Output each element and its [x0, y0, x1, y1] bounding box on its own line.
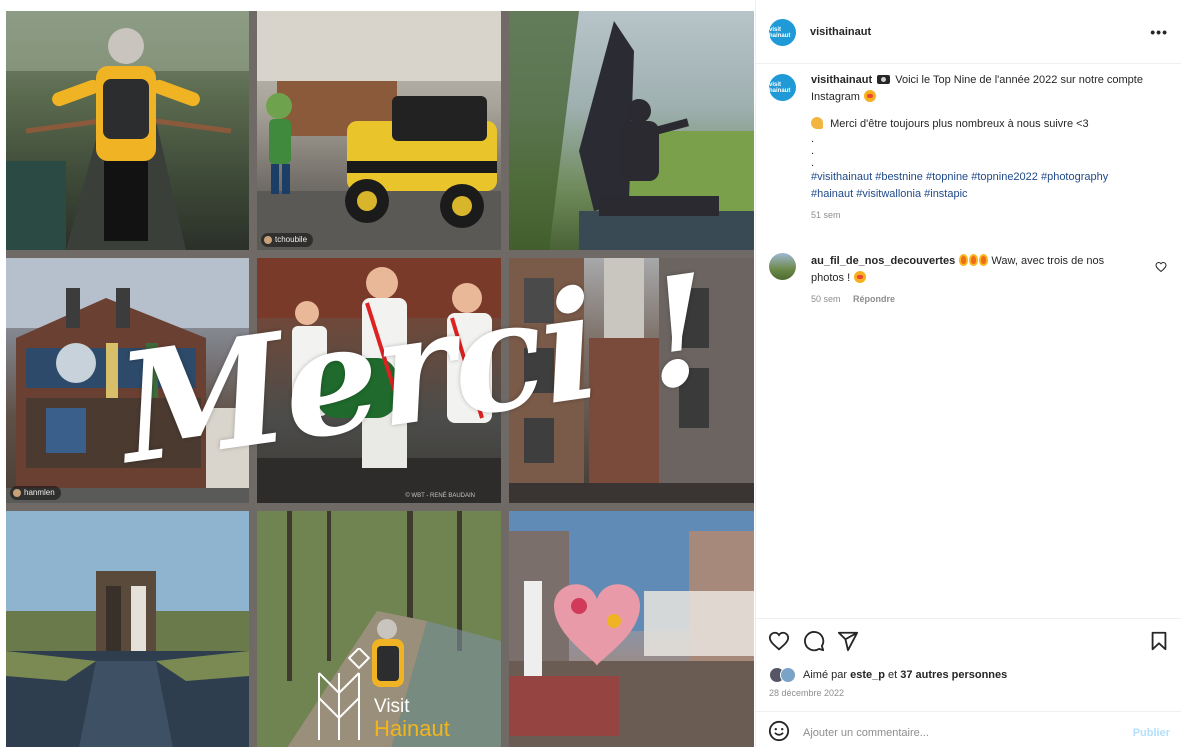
- publish-button[interactable]: Publier: [1133, 727, 1170, 739]
- i-love-mons-illustration: [509, 511, 754, 747]
- caption-dot: .: [811, 133, 815, 145]
- post-actions-bar: [756, 618, 1181, 660]
- reply-button[interactable]: Répondre: [853, 294, 895, 304]
- fire-emoji-icon: [958, 254, 968, 266]
- heart-eyes-emoji-icon: [854, 271, 867, 283]
- photo-tile-9: [509, 511, 754, 747]
- likes-summary: Aimé par este_p et 37 autres personnes: [769, 666, 1007, 684]
- post-date[interactable]: 28 décembre 2022: [769, 688, 844, 698]
- liker-avatar[interactable]: [780, 667, 796, 683]
- heart-eyes-emoji-icon: [863, 90, 876, 102]
- likes-middle: et: [888, 669, 898, 681]
- comment-body: au_fil_de_nos_decouvertes Waw, avec troi…: [811, 253, 1131, 308]
- photo-tile-1: [6, 11, 249, 250]
- logo-text-hainaut: Hainaut: [374, 716, 450, 741]
- photo-tile-3: [509, 11, 754, 250]
- likes-others[interactable]: 37 autres personnes: [900, 669, 1007, 681]
- more-options-icon[interactable]: •••: [1150, 24, 1168, 40]
- camera-emoji-icon: [877, 75, 891, 84]
- avatar[interactable]: visit hainaut: [769, 74, 796, 101]
- caption-username[interactable]: visithainaut: [811, 74, 872, 86]
- share-icon[interactable]: [837, 630, 859, 652]
- yellow-taxi-illustration: [257, 11, 501, 250]
- clapping-hands-emoji-icon: [811, 117, 823, 129]
- caption-text-2: Merci d'être toujours plus nombreux à no…: [830, 118, 1089, 130]
- bookmark-icon[interactable]: [1148, 630, 1170, 652]
- emoji-picker-icon[interactable]: [768, 720, 790, 742]
- statue-illustration: [509, 11, 754, 250]
- post-side-panel: visit hainaut visithainaut ••• visit hai…: [755, 0, 1181, 747]
- caption-dot: .: [811, 145, 815, 157]
- avatar[interactable]: [769, 253, 796, 280]
- likes-text: Aimé par este_p et 37 autres personnes: [803, 669, 1007, 681]
- add-comment-input[interactable]: Ajouter un commentaire...: [803, 727, 929, 739]
- caption-timestamp[interactable]: 51 sem: [811, 207, 1151, 224]
- fire-emoji-icon: [968, 254, 978, 266]
- boat-lift-illustration: [6, 511, 249, 747]
- add-comment-bar: Ajouter un commentaire... Publier: [756, 711, 1181, 747]
- avatar[interactable]: visit hainaut: [769, 19, 796, 46]
- caption-hashtags[interactable]: #visithainaut #bestnine #topnine #topnin…: [811, 169, 1151, 203]
- post-author-username[interactable]: visithainaut: [810, 26, 871, 38]
- logo-text-visit: Visit: [374, 696, 410, 717]
- post-media[interactable]: tchoubile hanmlen © WBT - RENÉ BAUDAIN M…: [0, 0, 755, 747]
- comment-username[interactable]: au_fil_de_nos_decouvertes: [811, 255, 955, 267]
- photo-tile-7: [6, 511, 249, 747]
- caption-dot: .: [811, 157, 815, 169]
- bridge-walker-illustration: [6, 11, 249, 250]
- comment-meta: 50 sem Répondre: [811, 291, 1131, 308]
- post-header: visit hainaut visithainaut •••: [756, 0, 1181, 64]
- photo-tag[interactable]: tchoubile: [261, 233, 314, 247]
- comment-timestamp[interactable]: 50 sem: [811, 294, 841, 304]
- like-heart-icon[interactable]: [768, 630, 790, 652]
- likes-user[interactable]: este_p: [850, 669, 885, 681]
- caption-body: visithainaut Voici le Top Nine de l'anné…: [811, 72, 1151, 224]
- fire-emoji-icon: [978, 254, 988, 266]
- photo-tag[interactable]: hanmlen: [10, 486, 61, 500]
- comment-like-heart-icon[interactable]: [1155, 261, 1167, 273]
- likes-prefix: Aimé par: [803, 669, 848, 681]
- photo-tile-2: tchoubile: [257, 11, 501, 250]
- comment-icon[interactable]: [803, 630, 825, 652]
